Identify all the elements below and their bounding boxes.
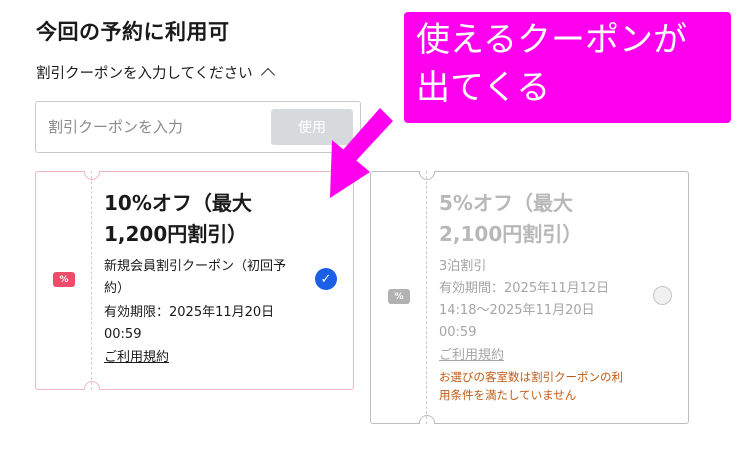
coupon-content: 10%オフ（最大 1,200円割引） 新規会員割引クーポン（初回予 約） 有効期… bbox=[104, 188, 313, 369]
coupon-validity: 有効期間：2025年11月12日 14:18～2025年11月20日 00:59 bbox=[439, 281, 610, 340]
coupon-validity: 有効期限：2025年11月20日 00:59 bbox=[104, 305, 275, 342]
ineligible-warning: お選びの客室数は割引クーポンの利 用条件を満たしていません bbox=[439, 370, 623, 402]
coupon-code-input[interactable] bbox=[48, 114, 258, 140]
checkmark-icon[interactable]: ✓ bbox=[315, 268, 337, 290]
coupon-stub-divider bbox=[426, 171, 427, 424]
coupon-ticket-icon: % bbox=[53, 272, 75, 287]
page-title: 今回の予約に利用可 bbox=[36, 20, 230, 44]
coupon-title: 5%オフ（最大 2,100円割引） bbox=[439, 191, 583, 246]
use-coupon-button[interactable]: 使用 bbox=[271, 109, 353, 145]
notch-top bbox=[419, 171, 435, 180]
terms-link[interactable]: ご利用規約 bbox=[104, 347, 169, 369]
coupon-ticket-icon: % bbox=[388, 289, 410, 304]
coupon-input-box: 使用 bbox=[35, 101, 361, 153]
coupon-content: 5%オフ（最大 2,100円割引） 3泊割引 有効期間：2025年11月12日 … bbox=[439, 188, 648, 404]
annotation-callout: 使えるクーポンが 出てくる bbox=[404, 12, 731, 123]
radio-unselected-icon[interactable] bbox=[653, 286, 672, 305]
terms-link[interactable]: ご利用規約 bbox=[439, 345, 504, 367]
coupon-description: 3泊割引 bbox=[439, 259, 487, 274]
coupon-description: 新規会員割引クーポン（初回予 約） bbox=[104, 259, 287, 296]
coupon-card-1[interactable]: % 10%オフ（最大 1,200円割引） 新規会員割引クーポン（初回予 約） 有… bbox=[35, 171, 354, 390]
coupon-card-2: % 5%オフ（最大 2,100円割引） 3泊割引 有効期間：2025年11月12… bbox=[370, 171, 689, 424]
coupon-stub-divider bbox=[91, 171, 92, 390]
notch-top bbox=[84, 171, 100, 180]
coupon-title: 10%オフ（最大 1,200円割引） bbox=[104, 191, 252, 246]
coupon-input-toggle[interactable]: 割引クーポンを入力してください bbox=[36, 62, 275, 83]
notch-bottom bbox=[84, 381, 100, 390]
notch-bottom bbox=[419, 415, 435, 424]
chevron-up-icon bbox=[260, 67, 275, 83]
coupon-toggle-label: 割引クーポンを入力してください bbox=[36, 66, 253, 82]
